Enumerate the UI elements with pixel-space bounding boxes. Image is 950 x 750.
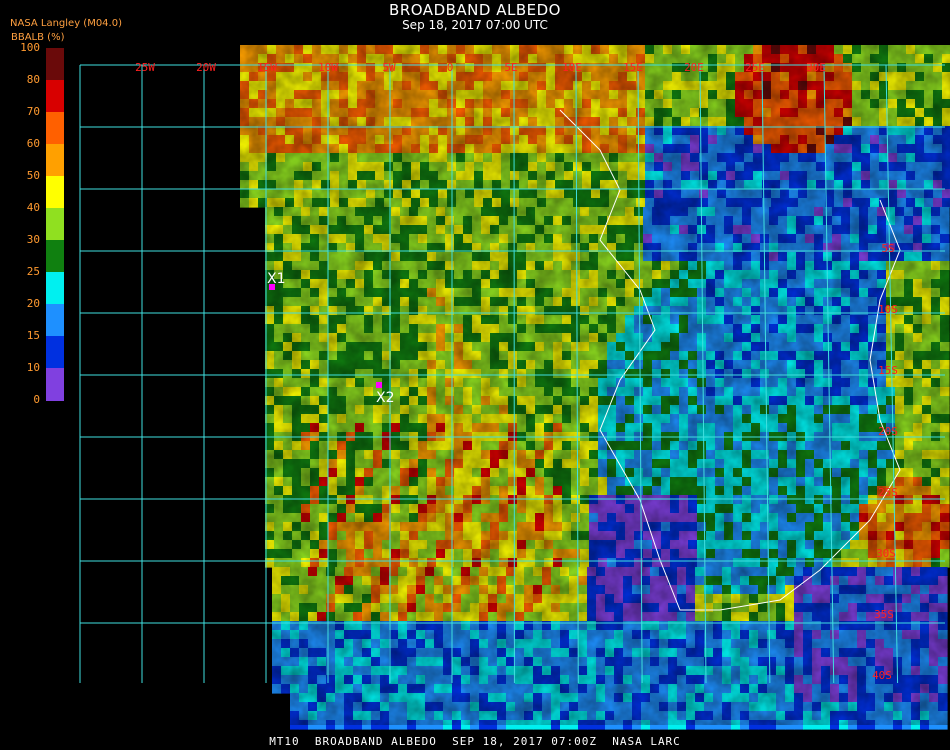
albedo-map[interactable]: 25W 20W 15W 10W 5W 0 5E 10E 15E 20E 25E 30E5S10S15S… [0,0,950,750]
albedo-field [235,45,950,730]
